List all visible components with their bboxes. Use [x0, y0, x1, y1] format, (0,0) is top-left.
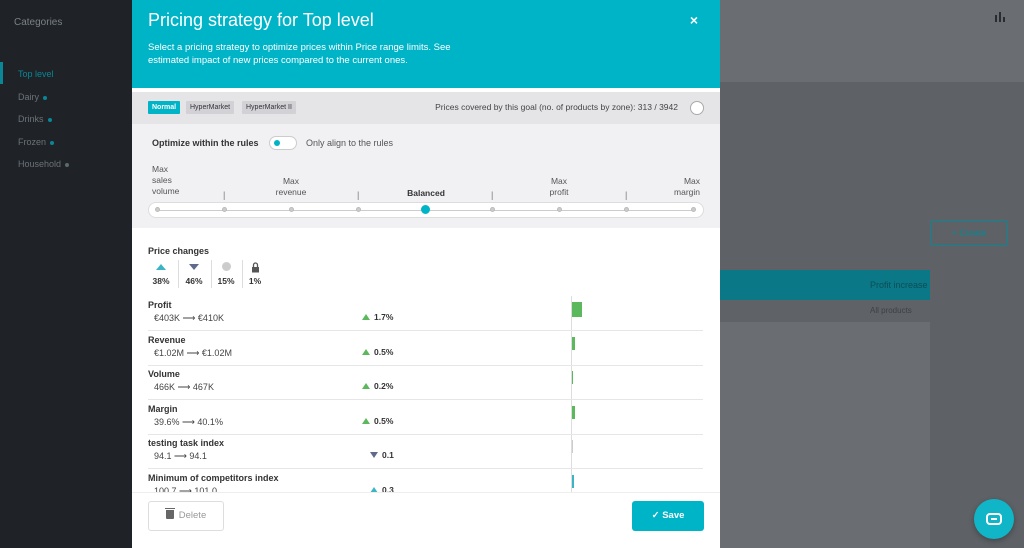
pricing-strategy-modal: Pricing strategy for Top level Select a … [132, 0, 720, 548]
create-button[interactable]: + Create [930, 220, 1008, 246]
modal-title: Pricing strategy for Top level [148, 10, 374, 30]
metric-change: 1.7% [362, 312, 393, 322]
zone-bar: Normal HyperMarket HyperMarket II Prices… [132, 92, 720, 124]
chart-icon[interactable] [994, 11, 1006, 26]
goal-max-margin[interactable]: Max margin [652, 176, 700, 198]
metric-range: 39.6% ⟶ 40.1% [154, 416, 223, 427]
background-sidebar: Categories Top level Dairy Drinks Frozen… [0, 0, 132, 548]
impact-bar [572, 302, 582, 317]
metric-name: Revenue [148, 334, 186, 345]
price-neutral-value: 15% [217, 276, 235, 286]
metric-name: Minimum of competitors index [148, 472, 279, 483]
metric-name: Margin [148, 403, 178, 414]
metric-range: 466K ⟶ 467K [154, 382, 214, 392]
sidebar-item-frozen[interactable]: Frozen [18, 137, 55, 147]
metric-range: 94.1 ⟶ 94.1 [154, 451, 207, 461]
impact-bar [572, 440, 573, 453]
zone-chip-normal[interactable]: Normal [148, 101, 181, 114]
goal-max-profit[interactable]: Max profit [534, 176, 584, 198]
chat-icon [986, 513, 1002, 525]
impact-bar [572, 371, 573, 384]
metrics-list: Profit €403K ⟶ €410K 1.7% Revenue €1.02M ⟶ €… [148, 296, 703, 492]
price-down-value: 46% [185, 276, 203, 286]
lock-icon [251, 262, 259, 273]
goal-max-revenue[interactable]: Max revenue [266, 176, 316, 198]
metric-row: Volume 466K ⟶ 467K 0.2% [148, 365, 703, 400]
impact-bar [572, 474, 574, 488]
zone-chip-hypermarket[interactable]: HyperMarket [186, 101, 235, 114]
sidebar-item-household[interactable]: Household [18, 159, 70, 169]
optimize-label: Optimize within the rules [152, 138, 259, 148]
impact-bar [572, 336, 575, 350]
metric-name: Volume [148, 369, 180, 379]
optimize-switch[interactable] [269, 136, 297, 150]
price-changes-label: Price changes [148, 246, 210, 256]
check-icon: ✓ [651, 510, 663, 521]
close-icon[interactable]: × [690, 12, 698, 28]
metric-row: Profit €403K ⟶ €410K 1.7% [148, 296, 703, 331]
price-up-icon [156, 264, 166, 270]
align-label: Only align to the rules [306, 138, 394, 148]
metric-name: Profit [148, 300, 172, 310]
price-locked-value: 1% [248, 276, 262, 286]
metric-row: Minimum of competitors index 100.7 ⟶ 101.… [148, 469, 703, 492]
metric-change: 0.3 [370, 485, 394, 492]
price-up-value: 38% [152, 276, 170, 286]
price-neutral-icon [221, 262, 231, 271]
arrow-up-icon [362, 348, 370, 355]
strategy-slider[interactable] [148, 202, 704, 218]
metric-row: Margin 39.6% ⟶ 40.1% 0.5% [148, 400, 703, 435]
metric-range: €403K ⟶ €410K [154, 313, 224, 323]
modal-header: Pricing strategy for Top level Select a … [132, 0, 720, 88]
metric-change: 0.1 [370, 450, 394, 460]
delete-button[interactable]: Delete [148, 501, 224, 531]
metric-change: 0.5% [362, 416, 393, 426]
slider-handle[interactable] [421, 205, 430, 214]
metric-range: €1.02M ⟶ €1.02M [154, 347, 232, 358]
modal-footer: Delete ✓ Save [132, 492, 720, 548]
arrow-up-icon [362, 314, 370, 320]
zone-chip-hypermarket-ii[interactable]: HyperMarket II [242, 101, 296, 114]
price-down-icon [189, 264, 199, 270]
chat-button[interactable] [974, 499, 1014, 539]
arrow-down-icon [370, 452, 378, 458]
arrow-up-icon [362, 417, 370, 424]
goal-balanced[interactable]: Balanced [400, 188, 452, 199]
metric-row: testing task index 94.1 ⟶ 94.1 0.1 [148, 434, 703, 469]
goal-max-sales-volume[interactable]: Max sales volume [152, 164, 179, 197]
covered-toggle[interactable] [690, 101, 704, 115]
rules-panel: Optimize within the rules Only align to … [132, 124, 720, 228]
save-button[interactable]: ✓ Save [632, 501, 704, 531]
impact-bar [572, 405, 575, 419]
price-changes: Price changes 38% 46% 15% 1% [148, 246, 261, 288]
sidebar-item-top-level[interactable]: Top level [18, 69, 54, 79]
sidebar-title: Categories [14, 17, 63, 28]
metric-name: testing task index [148, 438, 225, 448]
sidebar-item-drinks[interactable]: Drinks [18, 114, 52, 124]
metric-change: 0.2% [362, 381, 393, 391]
metric-row: Revenue €1.02M ⟶ €1.02M 0.5% [148, 331, 703, 366]
covered-text: Prices covered by this goal (no. of prod… [435, 102, 678, 112]
sidebar-item-dairy[interactable]: Dairy [18, 92, 48, 102]
modal-description: Select a pricing strategy to optimize pr… [148, 42, 451, 66]
metric-change: 0.5% [362, 347, 393, 357]
arrow-up-icon [362, 383, 370, 389]
background-card: Profit increase All products [720, 270, 930, 548]
trash-icon [164, 508, 175, 519]
